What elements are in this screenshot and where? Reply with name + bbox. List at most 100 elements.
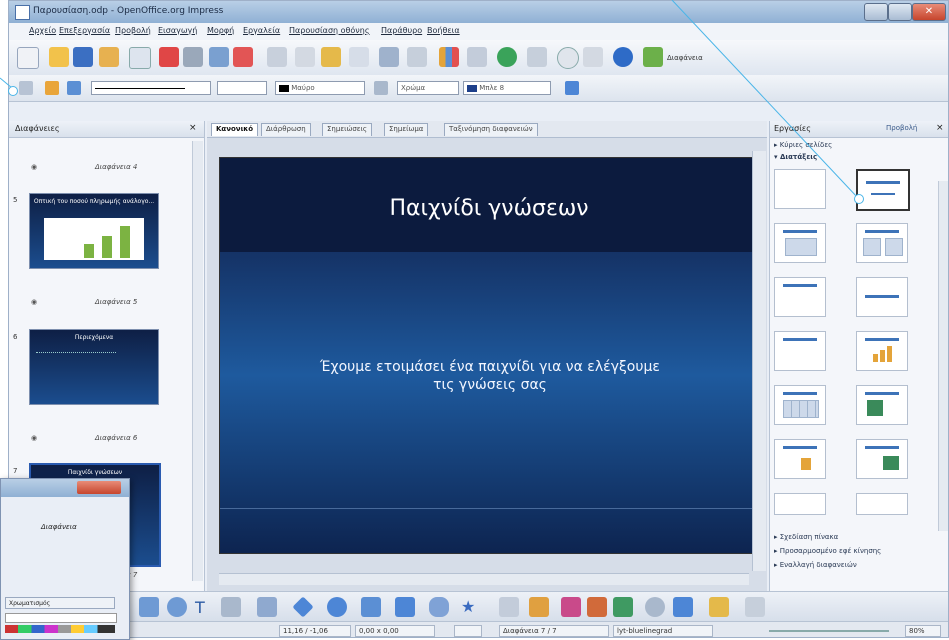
tasks-view-menu[interactable]: Προβολή: [886, 124, 917, 132]
status-zoom[interactable]: 80%: [905, 625, 941, 637]
basic-shapes-icon[interactable]: [292, 596, 314, 618]
grid-icon[interactable]: [527, 47, 547, 67]
menu-view[interactable]: Προβολή: [115, 26, 151, 35]
autospellcheck-icon[interactable]: [233, 47, 253, 67]
callouts-icon[interactable]: [429, 597, 449, 617]
slide-thumbnail[interactable]: Περιεχόμενα: [29, 329, 159, 405]
slide-body-text[interactable]: Έχουμε ετοιμάσει ένα παιχνίδι για να ελέ…: [260, 358, 720, 394]
undo-icon[interactable]: [379, 47, 399, 67]
curve-icon[interactable]: [221, 597, 241, 617]
copy-icon[interactable]: [295, 47, 315, 67]
slides-scrollbar[interactable]: [192, 141, 203, 581]
layout-more[interactable]: [774, 493, 826, 515]
vertical-scrollbar[interactable]: [752, 151, 766, 571]
layout-title-2-content[interactable]: [856, 223, 908, 263]
email-icon[interactable]: [99, 47, 119, 67]
color-palette[interactable]: [5, 625, 115, 633]
close-button[interactable]: ✕: [912, 3, 946, 21]
redo-icon[interactable]: [407, 47, 427, 67]
tasks-close-icon[interactable]: ×: [936, 123, 944, 133]
layout-title-slide[interactable]: [856, 169, 910, 211]
layout-label[interactable]: Διαφάνεια: [667, 54, 703, 62]
slides-panel-close-icon[interactable]: ×: [189, 123, 197, 133]
layout-title-content[interactable]: [774, 223, 826, 263]
menu-format[interactable]: Μορφή: [207, 26, 234, 35]
tab-notes[interactable]: Σημειώσεις: [322, 123, 373, 136]
rectangle-icon[interactable]: [139, 597, 159, 617]
layout-title-chart[interactable]: [856, 331, 908, 371]
slide-thumbnail[interactable]: Οπτική του ποσού πληρωμής ανάλογο...: [29, 193, 159, 269]
layout-title-table[interactable]: [774, 385, 826, 425]
new-document-icon[interactable]: [17, 47, 39, 69]
open-folder-icon[interactable]: [49, 47, 69, 67]
section-layouts[interactable]: ▾ Διατάξεις: [774, 153, 817, 161]
slide-canvas[interactable]: Παιχνίδι γνώσεων Έχουμε ετοιμάσει ένα πα…: [219, 157, 759, 554]
symbol-shapes-icon[interactable]: [327, 597, 347, 617]
layout-title-text-chart[interactable]: [774, 439, 826, 479]
ellipse-icon[interactable]: [167, 597, 187, 617]
glue-points-icon[interactable]: [529, 597, 549, 617]
zoom-slider[interactable]: [769, 630, 889, 632]
paste-icon[interactable]: [321, 47, 341, 67]
section-master-pages[interactable]: ▸ Κύριες σελίδες: [774, 141, 832, 149]
align-icon[interactable]: [673, 597, 693, 617]
area-color-select[interactable]: Μπλε 8: [463, 81, 551, 95]
maximize-button[interactable]: [888, 3, 912, 21]
section-custom-animation[interactable]: ▸ Προσαρμοσμένο εφέ κίνησης: [774, 547, 881, 555]
layout-more-2[interactable]: [856, 493, 908, 515]
print-icon[interactable]: [183, 47, 203, 67]
area-icon[interactable]: [374, 81, 388, 95]
hyperlink-icon[interactable]: [497, 47, 517, 67]
layout-centered-text[interactable]: [856, 277, 908, 317]
area-style-select[interactable]: Χρώμα: [397, 81, 459, 95]
spellcheck-icon[interactable]: [209, 47, 229, 67]
export-pdf-icon[interactable]: [159, 47, 179, 67]
shadow-icon[interactable]: [565, 81, 579, 95]
navigator-icon[interactable]: [557, 47, 579, 69]
slide-title[interactable]: Παιχνίδι γνώσεων: [220, 196, 758, 221]
table-icon[interactable]: [467, 47, 487, 67]
line-style-icon[interactable]: [45, 81, 59, 95]
select-icon[interactable]: [19, 81, 33, 95]
clone-formatting-icon[interactable]: [349, 47, 369, 67]
line-width-field[interactable]: [217, 81, 267, 95]
menu-edit[interactable]: Επεξεργασία: [59, 26, 110, 35]
tab-handout[interactable]: Σημείωμα: [384, 123, 429, 136]
line-style-select[interactable]: [91, 81, 211, 95]
section-table-design[interactable]: ▸ Σχεδίαση πίνακα: [774, 533, 838, 541]
menu-file[interactable]: Αρχείο: [29, 26, 56, 35]
layout-title-image[interactable]: [856, 385, 908, 425]
menu-window[interactable]: Παράθυρο: [381, 26, 422, 35]
layout-title-content-2[interactable]: [774, 331, 826, 371]
flowchart-icon[interactable]: [395, 597, 415, 617]
menu-insert[interactable]: Εισαγωγή: [158, 26, 197, 35]
layout-title-only[interactable]: [774, 277, 826, 317]
save-icon[interactable]: [73, 47, 93, 67]
connector-icon[interactable]: [257, 597, 277, 617]
layout-title-text-image[interactable]: [856, 439, 908, 479]
help-icon[interactable]: [613, 47, 633, 67]
line-color-select[interactable]: Μαύρο: [275, 81, 365, 95]
layout-icon[interactable]: [643, 47, 663, 67]
menu-slideshow[interactable]: Παρουσίαση οθόνης: [289, 26, 370, 35]
secondary-input[interactable]: [5, 613, 117, 623]
gallery-icon[interactable]: [613, 597, 633, 617]
arrow-style-icon[interactable]: [67, 81, 81, 95]
stars-icon[interactable]: ★: [461, 597, 475, 616]
edit-file-icon[interactable]: [129, 47, 151, 69]
extrusion-icon[interactable]: [745, 597, 765, 617]
tab-slide-sorter[interactable]: Ταξινόμηση διαφανειών: [444, 123, 538, 136]
layout-blank[interactable]: [774, 169, 826, 209]
minimize-button[interactable]: [864, 3, 888, 21]
chart-icon[interactable]: [439, 47, 459, 67]
fontwork-icon[interactable]: [561, 597, 581, 617]
zoom-icon[interactable]: [583, 47, 603, 67]
block-arrows-icon[interactable]: [361, 597, 381, 617]
secondary-section[interactable]: Χρωματισμός: [5, 597, 115, 609]
text-tool-icon[interactable]: T: [195, 598, 205, 617]
menu-tools[interactable]: Εργαλεία: [243, 26, 280, 35]
section-slide-transition[interactable]: ▸ Εναλλαγή διαφανειών: [774, 561, 857, 569]
horizontal-scrollbar[interactable]: [219, 573, 749, 585]
secondary-close-button[interactable]: [77, 481, 121, 494]
tab-normal[interactable]: Κανονικό: [211, 123, 259, 136]
